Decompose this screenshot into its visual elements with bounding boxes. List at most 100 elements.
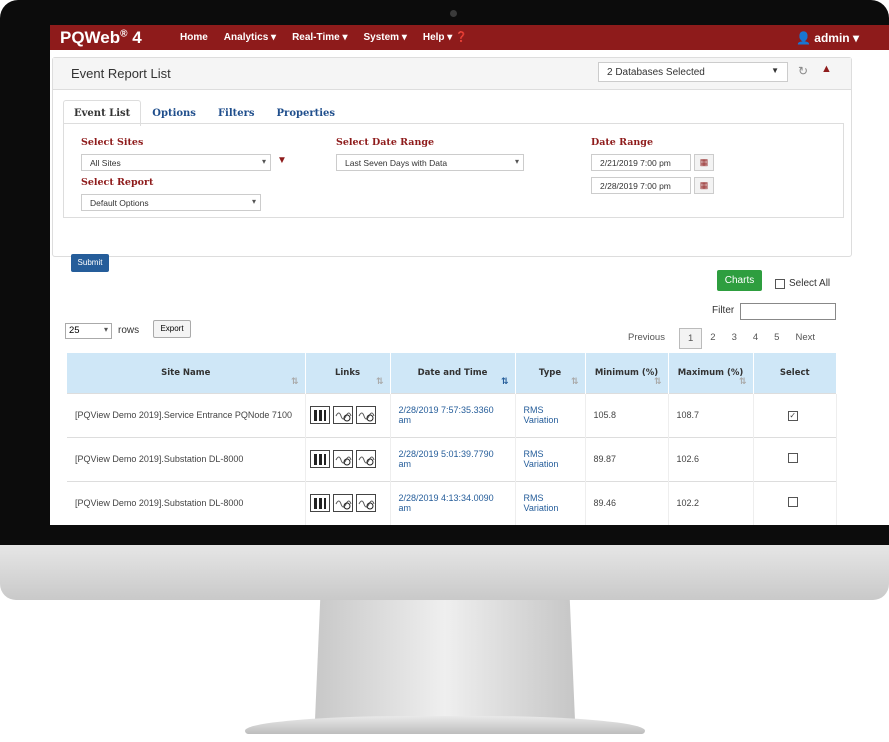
date-range-select[interactable]: Last Seven Days with Data ▾ — [336, 154, 524, 171]
rms-waveform-icon[interactable] — [355, 406, 376, 424]
col-links[interactable]: Links ⇅ — [305, 353, 391, 393]
nav-analytics[interactable]: Analytics ▾ — [224, 32, 276, 43]
select-report-label: Select Report — [81, 177, 154, 188]
pagination: Previous 1 2 3 4 5 Next — [620, 328, 823, 349]
event-list-form: Select Sites All Sites ▾ ▼ Select Report … — [63, 123, 844, 218]
chevron-down-icon: ▾ — [251, 197, 256, 206]
col-site-name[interactable]: Site Name ⇅ — [67, 353, 306, 393]
page-4[interactable]: 4 — [745, 328, 766, 349]
waveform-icon[interactable] — [332, 406, 353, 424]
sites-select[interactable]: All Sites ▾ — [81, 154, 271, 171]
select-date-range-label: Select Date Range — [336, 137, 435, 148]
type-cell[interactable]: RMS Variation — [515, 480, 586, 525]
type-cell[interactable]: RMS Variation — [515, 392, 586, 437]
chevron-down-icon: ▾ — [261, 157, 266, 166]
site-name-cell: [PQView Demo 2019].Substation DL-8000 — [67, 436, 306, 481]
next-page[interactable]: Next — [787, 328, 823, 349]
table-row: [PQView Demo 2019].Service Entrance PQNo… — [67, 392, 837, 437]
user-menu[interactable]: 👤 admin ▾ — [796, 31, 859, 45]
date-time-cell[interactable]: 2/28/2019 7:57:35.3360 am — [390, 392, 516, 437]
chevron-down-icon: ▾ — [514, 157, 519, 166]
minimum-cell: 89.87 — [585, 436, 669, 481]
page-2[interactable]: 2 — [702, 328, 723, 349]
site-name-cell: [PQView Demo 2019].Service Entrance PQNo… — [67, 392, 306, 437]
table-row: [PQView Demo 2019].Substation DL-8000 2/2… — [67, 436, 837, 481]
bar-chart-icon[interactable] — [309, 450, 330, 468]
start-date-input[interactable]: 2/21/2019 7:00 pm — [591, 154, 691, 171]
rows-per-page-select[interactable]: 25 ▾ — [65, 323, 112, 339]
charts-button[interactable]: Charts — [717, 270, 762, 291]
sort-icon: ⇅ — [738, 376, 747, 387]
row-checkbox[interactable] — [787, 497, 798, 508]
submit-button[interactable]: Submit — [71, 254, 109, 272]
refresh-icon[interactable]: ↻ — [798, 64, 808, 78]
report-select[interactable]: Default Options ▾ — [81, 194, 261, 211]
row-checkbox[interactable]: ✓ — [787, 410, 798, 421]
rms-waveform-icon[interactable] — [355, 450, 376, 468]
nav-realtime[interactable]: Real-Time ▾ — [292, 32, 347, 43]
database-select[interactable]: 2 Databases Selected ▼ — [598, 62, 788, 82]
top-navbar: PQWeb® 4 Home Analytics ▾ Real-Time ▾ Sy… — [50, 25, 889, 50]
monitor-base — [245, 716, 645, 734]
page-3[interactable]: 3 — [724, 328, 745, 349]
row-checkbox[interactable] — [787, 453, 798, 463]
maximum-cell: 102.6 — [668, 436, 754, 481]
user-icon: 👤 — [796, 30, 811, 45]
date-time-cell[interactable]: 2/28/2019 5:01:39.7790 am — [390, 436, 516, 481]
page-title: Event Report List — [71, 66, 171, 81]
select-cell: ✓ — [753, 392, 837, 437]
chevron-up-icon[interactable]: ▲ — [821, 63, 832, 75]
links-cell — [305, 480, 391, 525]
monitor-bezel: PQWeb® 4 Home Analytics ▾ Real-Time ▾ Sy… — [0, 0, 889, 545]
col-select[interactable]: Select — [753, 353, 837, 393]
sort-icon: ⇅ — [375, 376, 384, 387]
page-5[interactable]: 5 — [766, 328, 787, 349]
page-1[interactable]: 1 — [678, 328, 703, 349]
calendar-icon[interactable]: ▦ — [694, 177, 714, 194]
export-button[interactable]: Export — [153, 320, 191, 338]
monitor-chin — [0, 545, 889, 600]
waveform-icon[interactable] — [332, 450, 353, 468]
col-minimum[interactable]: Minimum (%) ⇅ — [585, 353, 669, 393]
waveform-icon[interactable] — [332, 494, 353, 513]
panel-header: Event Report List 2 Databases Selected ▼… — [53, 58, 851, 90]
event-table: Site Name ⇅ Links ⇅ Date and Time ⇅ Type ⇅ M… — [67, 353, 837, 525]
col-date-time[interactable]: Date and Time ⇅ — [390, 353, 516, 393]
bar-chart-icon[interactable] — [309, 406, 330, 424]
date-time-cell[interactable]: 2/28/2019 4:13:34.0090 am — [390, 480, 516, 525]
app-screen: PQWeb® 4 Home Analytics ▾ Real-Time ▾ Sy… — [50, 25, 889, 525]
nav-help[interactable]: Help ▾ ❓ — [423, 32, 468, 43]
brand-logo[interactable]: PQWeb® 4 — [60, 28, 180, 48]
monitor: PQWeb® 4 Home Analytics ▾ Real-Time ▾ Sy… — [0, 0, 889, 600]
type-cell[interactable]: RMS Variation — [515, 436, 586, 481]
sort-icon: ⇅ — [290, 376, 299, 387]
filter-label: Filter — [712, 305, 735, 316]
sort-icon: ⇅ — [653, 376, 662, 387]
select-sites-label: Select Sites — [81, 137, 144, 148]
event-report-panel: Event Report List 2 Databases Selected ▼… — [52, 57, 852, 272]
maximum-cell: 108.7 — [668, 392, 754, 437]
minimum-cell: 89.46 — [585, 480, 669, 525]
end-date-input[interactable]: 2/28/2019 7:00 pm — [591, 177, 691, 194]
col-maximum[interactable]: Maximum (%) ⇅ — [668, 353, 754, 393]
previous-page[interactable]: Previous — [620, 328, 673, 349]
filter-icon[interactable]: ▼ — [277, 155, 287, 166]
nav-home[interactable]: Home — [180, 32, 208, 43]
table-header-row: Site Name ⇅ Links ⇅ Date and Time ⇅ Type ⇅ M… — [67, 353, 837, 393]
bar-chart-icon[interactable] — [309, 494, 330, 513]
calendar-icon[interactable]: ▦ — [694, 154, 714, 171]
table-row: [PQView Demo 2019].Substation DL-8000 2/2… — [67, 480, 837, 525]
rms-waveform-icon[interactable] — [355, 494, 376, 513]
select-all-checkbox[interactable] — [775, 278, 785, 289]
select-all[interactable]: Select All — [775, 278, 830, 289]
nav-system[interactable]: System ▾ — [363, 32, 406, 43]
select-cell — [753, 436, 837, 481]
sort-icon: ⇅ — [570, 376, 579, 387]
monitor-stand — [315, 600, 575, 720]
chevron-down-icon: ▾ — [103, 325, 108, 334]
links-cell — [305, 436, 391, 481]
rows-label: rows — [118, 325, 140, 336]
col-type[interactable]: Type ⇅ — [515, 353, 586, 393]
minimum-cell: 105.8 — [585, 392, 669, 437]
filter-input[interactable] — [740, 303, 836, 320]
